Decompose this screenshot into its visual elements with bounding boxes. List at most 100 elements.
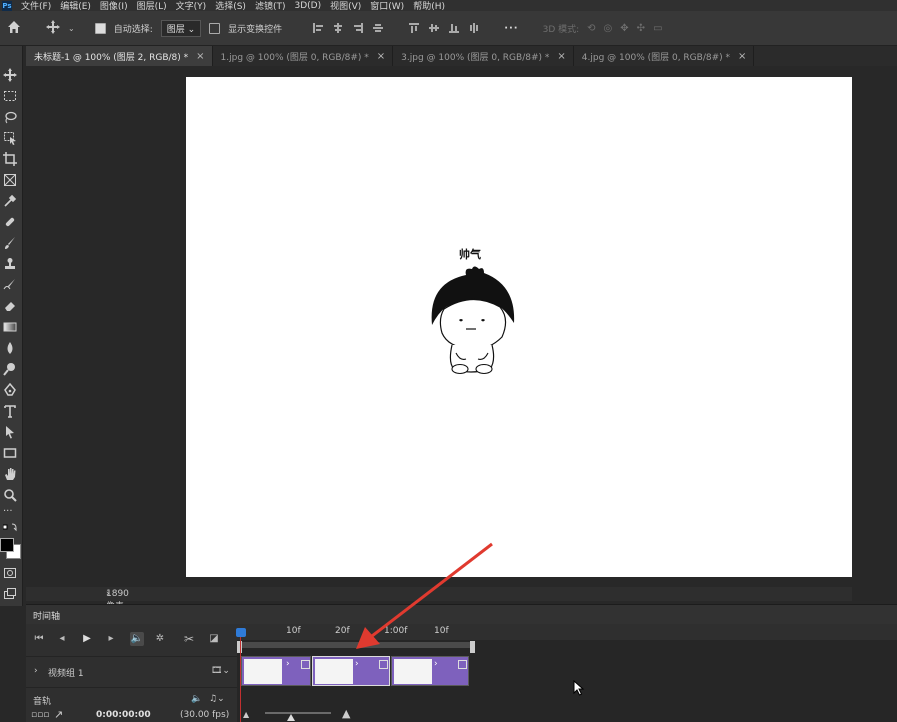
tab-1-jpg[interactable]: 1.jpg @ 100% (图层 0, RGB/8#) * × [213, 46, 394, 66]
previous-frame-icon[interactable]: ◂ [55, 632, 69, 646]
zoom-in-icon[interactable]: ▲ [342, 707, 350, 720]
more-options-icon[interactable]: ··· [504, 23, 518, 34]
align-bottom-icon[interactable] [448, 22, 460, 34]
rectangle-tool-icon[interactable] [3, 446, 17, 460]
status-menu-chevron[interactable]: › [106, 589, 110, 599]
menu-type[interactable]: 文字(Y) [176, 0, 207, 11]
music-note-icon[interactable]: ♫⌄ [209, 694, 225, 704]
clip-chevron-icon[interactable]: › [434, 659, 438, 669]
brush-tool-icon[interactable] [3, 236, 17, 250]
tab-label: 3.jpg @ 100% (图层 0, RGB/8#) * [401, 52, 550, 63]
frame-mode-icon[interactable]: ▫▫▫ [31, 710, 49, 720]
home-icon[interactable] [6, 19, 24, 37]
dodge-tool-icon[interactable] [3, 362, 17, 376]
film-strip-icon[interactable]: 🎞⌄ [211, 666, 230, 676]
tab-3-jpg[interactable]: 3.jpg @ 100% (图层 0, RGB/8#) * × [393, 46, 574, 66]
show-transform-checkbox[interactable] [209, 22, 221, 34]
clip-transition-icon[interactable] [458, 660, 467, 669]
timecode: 0:00:00:00 [96, 710, 151, 720]
tab-4-jpg[interactable]: 4.jpg @ 100% (图层 0, RGB/8#) * × [574, 46, 755, 66]
marquee-tool-icon[interactable] [3, 89, 17, 103]
history-brush-tool-icon[interactable] [3, 278, 17, 292]
hand-tool-icon[interactable] [3, 467, 17, 481]
work-area-end-handle[interactable] [470, 641, 475, 653]
menu-file[interactable]: 文件(F) [21, 0, 51, 11]
quick-mask-icon[interactable] [3, 566, 17, 580]
zoom-slider-track[interactable] [265, 712, 331, 714]
move-tool-icon[interactable] [46, 19, 60, 37]
split-scissors-icon[interactable]: ✂ [182, 632, 196, 646]
video-clip[interactable]: › [312, 656, 390, 686]
screen-mode-icon[interactable] [3, 587, 17, 601]
distribute-h-icon[interactable] [372, 22, 384, 34]
tab-untitled-1[interactable]: 未标题-1 @ 100% (图层 2, RGB/8) * × [26, 46, 213, 66]
path-selection-tool-icon[interactable] [3, 425, 17, 439]
menu-layer[interactable]: 图层(L) [137, 0, 167, 11]
tab-label: 1.jpg @ 100% (图层 0, RGB/8#) * [220, 52, 369, 63]
expand-chevron-icon[interactable]: › [34, 666, 38, 676]
foreground-color-swatch[interactable] [0, 538, 14, 552]
eraser-tool-icon[interactable] [3, 299, 17, 313]
ruler-tick-label: 10f [286, 626, 301, 636]
align-top-icon[interactable] [408, 22, 420, 34]
gradient-tool-icon[interactable] [3, 320, 17, 334]
play-icon[interactable]: ▶ [80, 632, 94, 646]
blur-tool-icon[interactable] [3, 341, 17, 355]
menu-3d[interactable]: 3D(D) [294, 1, 321, 11]
menu-select[interactable]: 选择(S) [215, 0, 246, 11]
align-center-h-icon[interactable] [332, 22, 344, 34]
convert-icon[interactable]: ↗ [54, 708, 63, 721]
menu-image[interactable]: 图像(I) [100, 0, 128, 11]
video-clip[interactable]: › [241, 656, 311, 686]
menu-window[interactable]: 窗口(W) [370, 0, 404, 11]
playhead-marker[interactable] [236, 628, 246, 637]
document-canvas[interactable]: 帅气 [186, 77, 852, 577]
close-icon[interactable]: × [377, 51, 385, 62]
clip-chevron-icon[interactable]: › [286, 659, 290, 669]
align-right-icon[interactable] [352, 22, 364, 34]
distribute-v-icon[interactable] [468, 22, 480, 34]
clip-thumbnail [394, 659, 432, 684]
eyedropper-tool-icon[interactable] [3, 194, 17, 208]
timeline-title[interactable]: 时间轴 [33, 609, 60, 622]
menu-help[interactable]: 帮助(H) [413, 0, 445, 11]
auto-select-dropdown[interactable]: 图层 ⌄ [160, 19, 202, 37]
close-icon[interactable]: × [196, 51, 204, 62]
crop-tool-icon[interactable] [3, 152, 17, 166]
healing-brush-tool-icon[interactable] [3, 215, 17, 229]
menu-filter[interactable]: 滤镜(T) [255, 0, 286, 11]
zoom-tool-icon[interactable] [3, 488, 17, 502]
more-tools-icon[interactable]: ··· [3, 507, 17, 521]
go-to-first-frame-icon[interactable]: ⏮ [32, 632, 46, 646]
audio-mute-icon[interactable]: 🔈 [191, 694, 202, 704]
work-area-bar[interactable] [239, 642, 473, 648]
lasso-tool-icon[interactable] [3, 110, 17, 124]
tools-panel: ··· [0, 46, 23, 606]
transition-icon[interactable]: ◪ [207, 632, 221, 646]
frame-tool-icon[interactable] [3, 173, 17, 187]
clip-thumbnail [315, 659, 353, 684]
chevron-down-icon[interactable]: ⌄ [68, 24, 75, 33]
zoom-slider-thumb[interactable] [287, 714, 295, 721]
video-clip[interactable]: › [391, 656, 469, 686]
zoom-out-icon[interactable]: ▲ [243, 710, 249, 719]
audio-toggle-icon[interactable]: 🔈 [130, 632, 144, 646]
move-tool-icon[interactable] [3, 68, 17, 82]
clip-transition-icon[interactable] [379, 660, 388, 669]
type-tool-icon[interactable] [3, 404, 17, 418]
foreground-background-colors[interactable] [0, 534, 22, 560]
pen-tool-icon[interactable] [3, 382, 17, 397]
menu-view[interactable]: 视图(V) [330, 0, 361, 11]
auto-select-checkbox[interactable] [94, 22, 106, 34]
object-select-tool-icon[interactable] [3, 131, 17, 145]
settings-gear-icon[interactable]: ✲ [153, 632, 167, 646]
menu-edit[interactable]: 编辑(E) [60, 0, 91, 11]
close-icon[interactable]: × [738, 51, 746, 62]
clip-chevron-icon[interactable]: › [355, 659, 359, 669]
clone-stamp-tool-icon[interactable] [3, 257, 17, 271]
clip-transition-icon[interactable] [301, 660, 310, 669]
align-left-icon[interactable] [312, 22, 324, 34]
next-frame-icon[interactable]: ▸ [104, 632, 118, 646]
close-icon[interactable]: × [557, 51, 565, 62]
align-middle-v-icon[interactable] [428, 22, 440, 34]
